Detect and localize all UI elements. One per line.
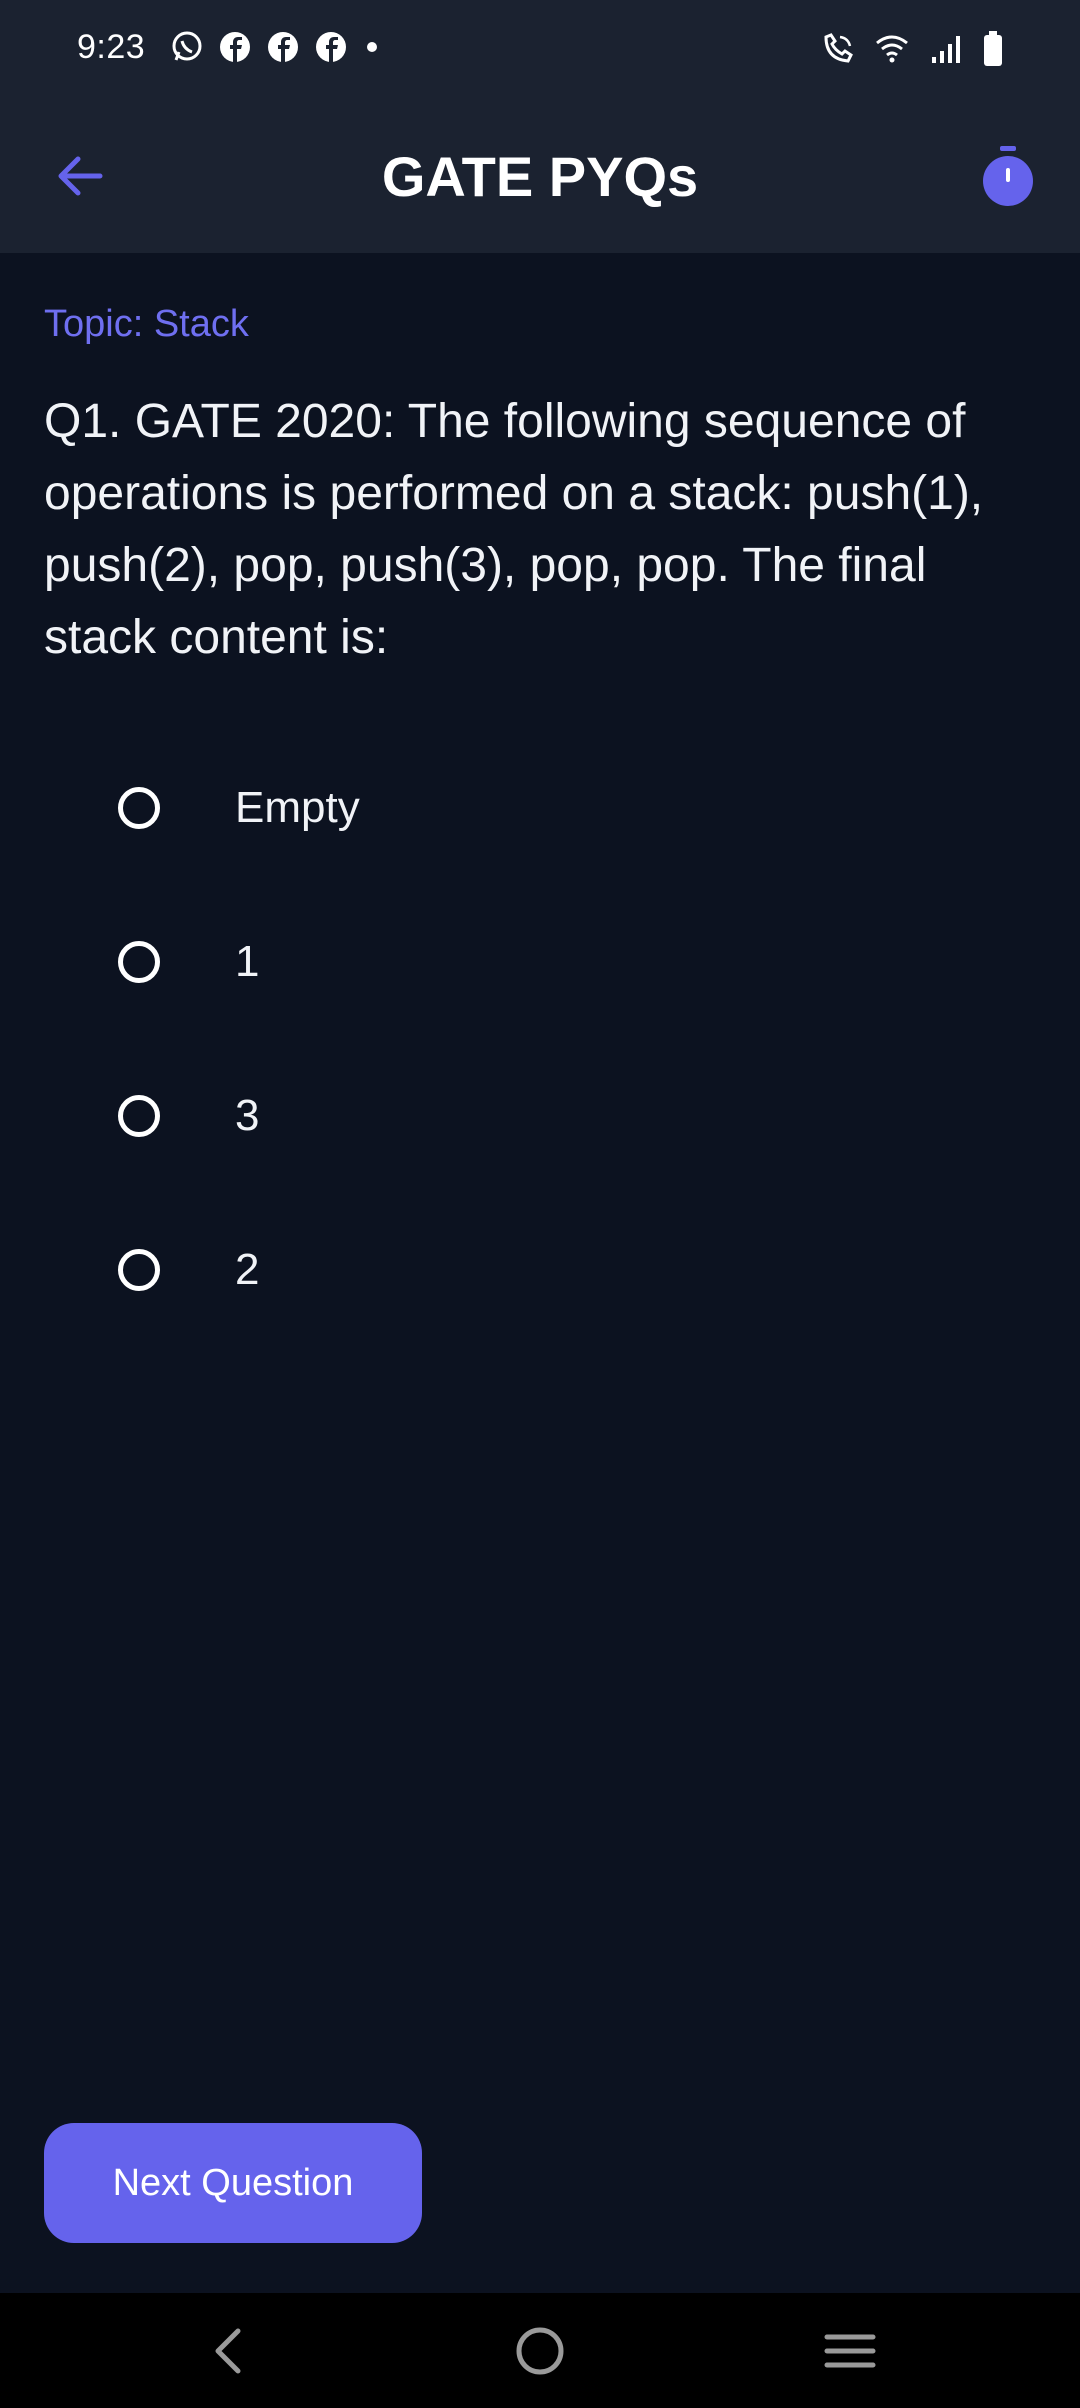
option-1[interactable]: Empty <box>100 748 1000 868</box>
option-2[interactable]: 1 <box>100 902 1000 1022</box>
system-nav-bar <box>0 2293 1080 2408</box>
back-nav-icon <box>215 2328 241 2373</box>
system-icons <box>820 30 1004 68</box>
stopwatch-icon <box>983 146 1033 206</box>
option-label: 3 <box>235 1091 260 1140</box>
nav-back-button[interactable] <box>188 2313 268 2388</box>
signal-icon <box>932 36 960 63</box>
home-nav-icon <box>516 2327 564 2374</box>
option-label: 1 <box>235 937 260 986</box>
topic-label: Topic: Stack <box>44 303 249 345</box>
notification-icons <box>170 30 382 64</box>
status-time: 9:23 <box>77 28 146 66</box>
facebook-icon <box>316 32 346 62</box>
nav-recents-button[interactable] <box>810 2313 890 2388</box>
facebook-icon <box>268 32 298 62</box>
radio-unselected-icon[interactable] <box>118 787 160 829</box>
dot-icon <box>367 42 377 52</box>
radio-unselected-icon[interactable] <box>118 941 160 983</box>
next-question-button[interactable]: Next Question <box>44 2123 422 2243</box>
recents-nav-icon <box>824 2334 876 2367</box>
battery-icon <box>984 31 1002 66</box>
option-label: 2 <box>235 1245 260 1294</box>
option-4[interactable]: 2 <box>100 1210 1000 1330</box>
app-bar: GATE PYQs <box>0 100 1080 253</box>
option-label: Empty <box>235 783 360 832</box>
wifi-calling-icon <box>824 33 853 63</box>
page-title: GATE PYQs <box>381 145 699 208</box>
timer-button[interactable] <box>968 136 1048 216</box>
radio-unselected-icon[interactable] <box>118 1249 160 1291</box>
status-bar: 9:23 <box>0 0 1080 100</box>
radio-unselected-icon[interactable] <box>118 1095 160 1137</box>
option-3[interactable]: 3 <box>100 1056 1000 1176</box>
nav-home-button[interactable] <box>500 2313 580 2388</box>
facebook-icon <box>220 32 250 62</box>
wifi-icon <box>876 35 908 63</box>
whatsapp-icon <box>172 31 202 61</box>
question-text: Q1. GATE 2020: The following sequence of… <box>44 395 984 664</box>
